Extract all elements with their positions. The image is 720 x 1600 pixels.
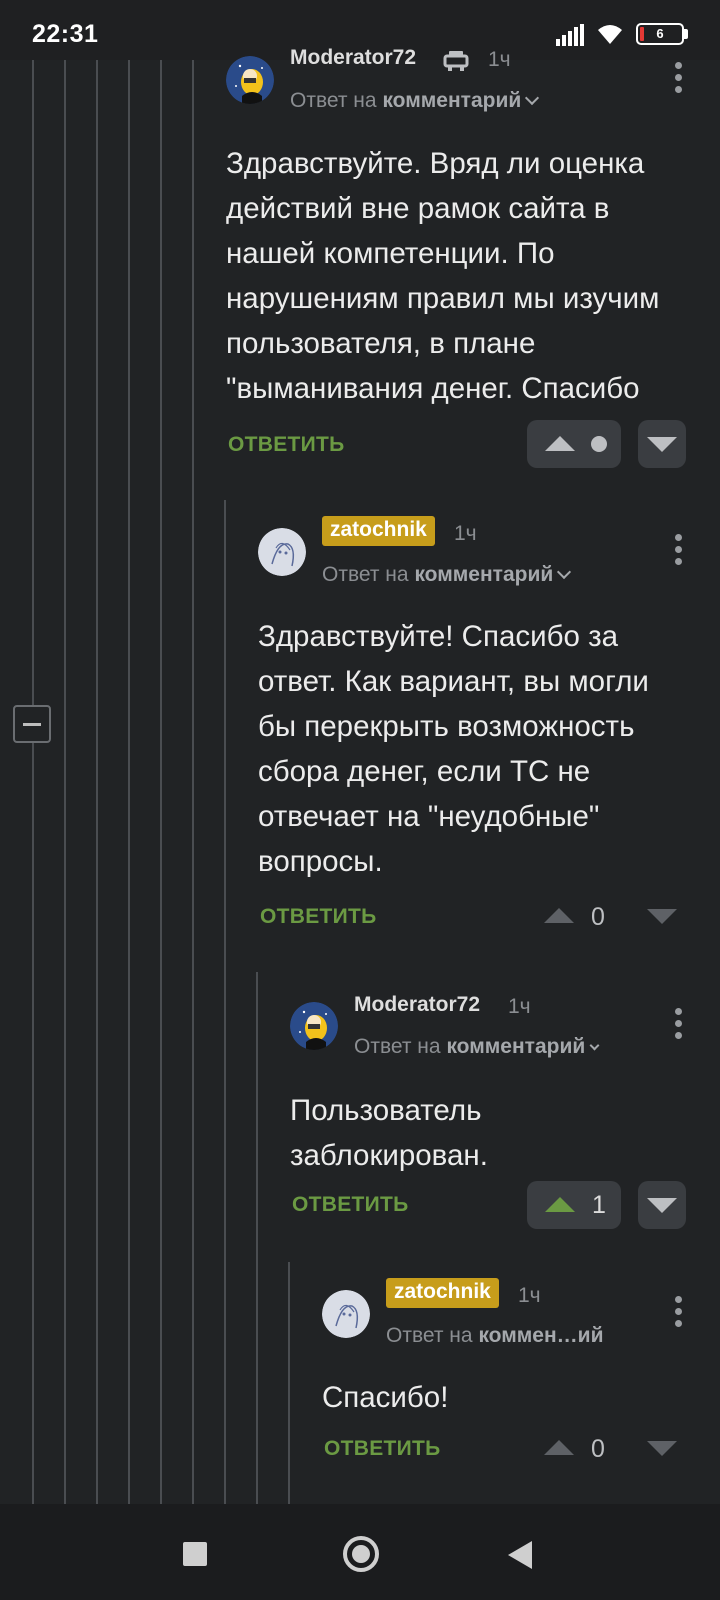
comment-time: 1ч: [518, 1284, 541, 1307]
thread-line: [224, 500, 226, 1504]
recents-icon[interactable]: [183, 1542, 207, 1566]
back-icon[interactable]: [508, 1541, 532, 1569]
reply-target-link[interactable]: комментарий: [446, 1035, 585, 1058]
reply-button[interactable]: ОТВЕТИТЬ: [324, 1437, 441, 1461]
thread-line: [192, 60, 194, 1504]
home-icon[interactable]: [343, 1536, 379, 1572]
reply-target-link[interactable]: комментарий: [382, 89, 521, 112]
arrow-up-icon: [545, 436, 575, 451]
downvote-button[interactable]: [647, 1441, 677, 1456]
battery-icon: 6: [636, 23, 684, 45]
reply-button[interactable]: ОТВЕТИТЬ: [228, 433, 345, 457]
author-name[interactable]: Moderator72: [290, 46, 416, 70]
upvote-button[interactable]: [527, 420, 621, 468]
author-name[interactable]: Moderator72: [354, 993, 480, 1017]
arrow-up-icon: [545, 1197, 575, 1212]
avatar[interactable]: [322, 1290, 370, 1338]
arrow-down-icon: [647, 1198, 677, 1213]
chevron-down-icon: [525, 90, 540, 106]
downvote-button[interactable]: [638, 420, 686, 468]
author-name[interactable]: zatochnik: [322, 516, 435, 546]
thread-line: [288, 1262, 290, 1504]
thread-line: [96, 60, 98, 1504]
comment-score: 1: [592, 1191, 606, 1219]
thread-line: [32, 60, 34, 705]
thread-line: [128, 60, 130, 1504]
score-hidden-dot: [591, 436, 607, 452]
avatar[interactable]: [290, 1002, 338, 1050]
chevron-down-icon: [557, 564, 572, 580]
navigation-bar: [0, 1504, 720, 1600]
more-options-icon[interactable]: [673, 534, 683, 568]
comment-score: 0: [591, 1435, 605, 1463]
comment-text: Спасибо!: [322, 1381, 449, 1414]
signal-icon: [556, 24, 584, 46]
comment-text: Здравствуйте. Вряд ли оценка действий вн…: [226, 147, 660, 405]
upvote-button[interactable]: [544, 908, 574, 923]
thread-line: [256, 972, 258, 1504]
arrow-down-icon: [647, 437, 677, 452]
more-options-icon[interactable]: [673, 1008, 683, 1042]
comment-text: Пользователь заблокирован.: [290, 1094, 488, 1172]
comment-time: 1ч: [488, 48, 511, 71]
upvote-button[interactable]: [544, 1440, 574, 1455]
reply-button[interactable]: ОТВЕТИТЬ: [292, 1193, 409, 1217]
avatar[interactable]: [258, 528, 306, 576]
moderator-icon: [443, 51, 469, 71]
downvote-button[interactable]: [647, 909, 677, 924]
author-name[interactable]: zatochnik: [386, 1278, 499, 1308]
reply-to[interactable]: Ответ на комментарий: [354, 1035, 600, 1059]
upvote-button[interactable]: 1: [527, 1181, 621, 1229]
wifi-icon: [598, 25, 622, 44]
collapse-thread-button[interactable]: [13, 705, 51, 743]
comment-time: 1ч: [454, 522, 477, 545]
reply-to[interactable]: Ответ на коммен…ий: [386, 1324, 603, 1348]
thread-line: [160, 60, 162, 1504]
battery-level: 6: [656, 26, 664, 41]
reply-button[interactable]: ОТВЕТИТЬ: [260, 905, 377, 929]
reply-target-link[interactable]: комментарий: [414, 563, 553, 586]
reply-to[interactable]: Ответ на комментарий: [322, 563, 572, 587]
comment-time: 1ч: [508, 995, 531, 1018]
thread-line: [32, 743, 34, 1504]
comment-score: 0: [591, 903, 605, 931]
reply-target-link[interactable]: коммен…ий: [478, 1324, 603, 1347]
chevron-down-icon: [589, 1040, 600, 1051]
comment-text: Здравствуйте! Спасибо за ответ. Как вари…: [258, 620, 649, 878]
downvote-button[interactable]: [638, 1181, 686, 1229]
more-options-icon[interactable]: [673, 1296, 683, 1330]
thread-line: [64, 60, 66, 1504]
status-time: 22:31: [32, 20, 99, 48]
more-options-icon[interactable]: [673, 62, 683, 96]
reply-to[interactable]: Ответ на комментарий: [290, 89, 540, 113]
avatar[interactable]: [226, 56, 274, 104]
